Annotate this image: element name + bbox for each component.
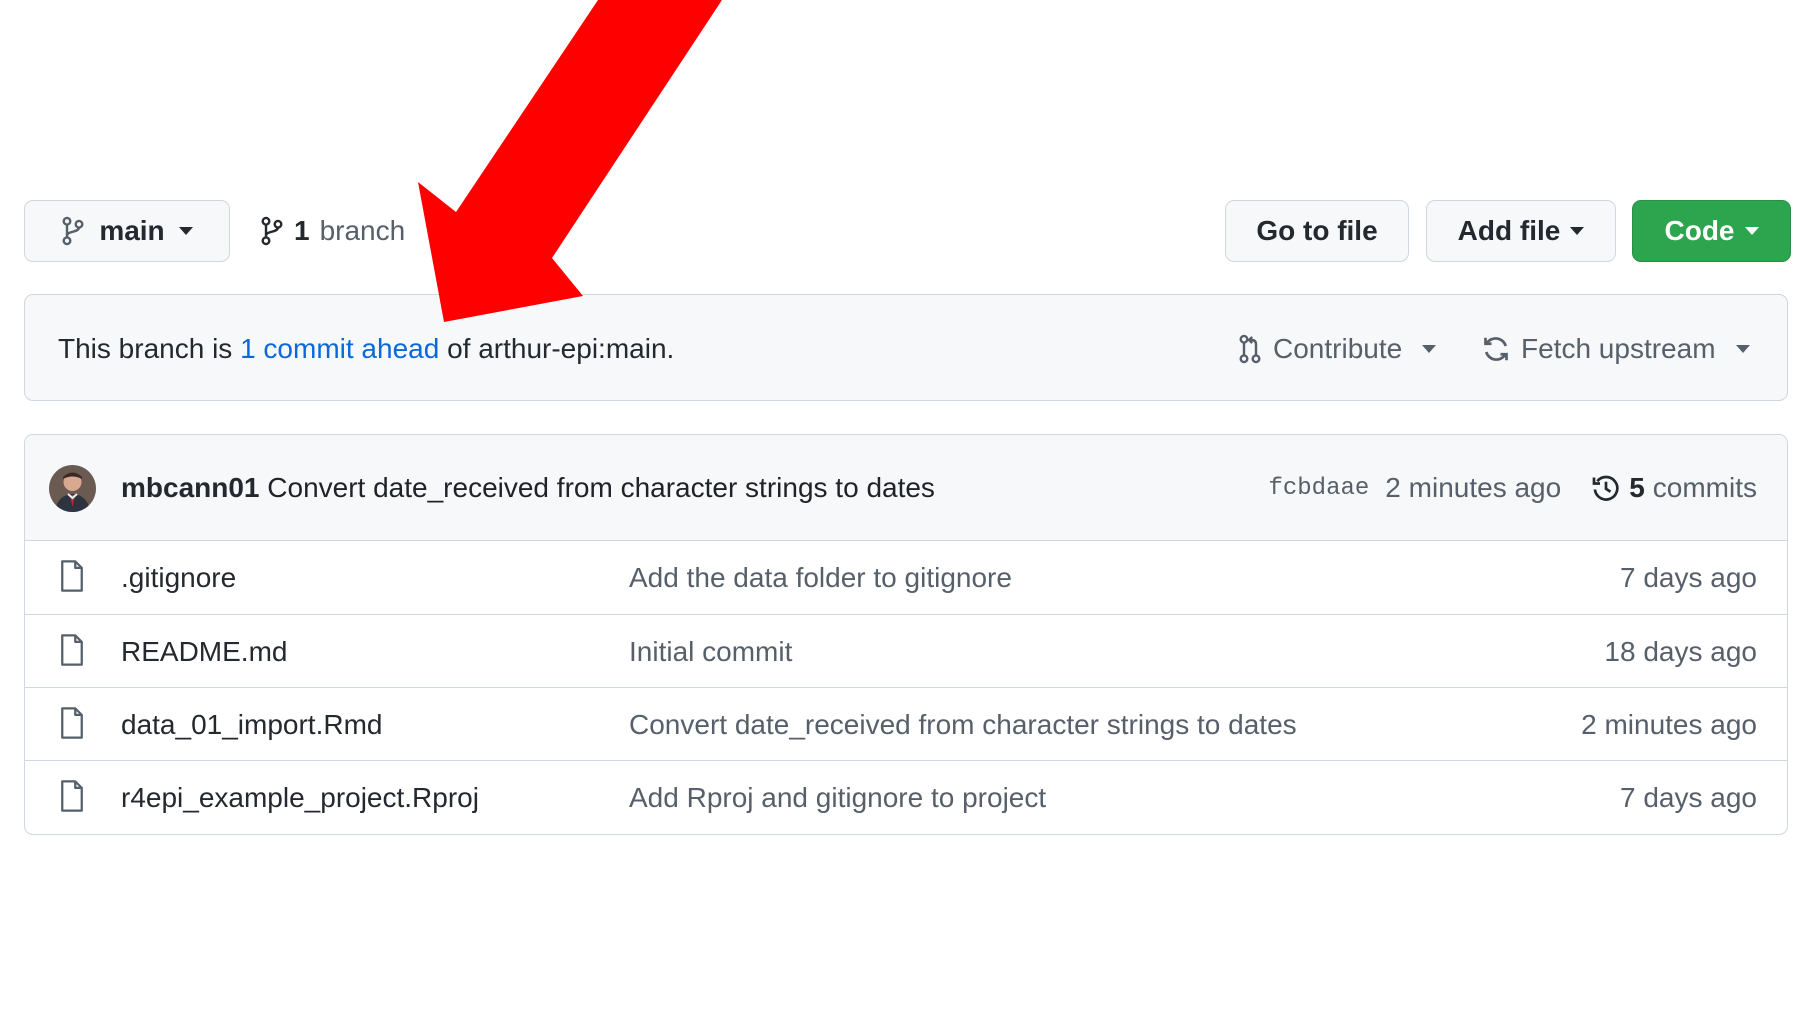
- file-row[interactable]: data_01_import.Rmd Convert date_received…: [25, 687, 1787, 760]
- file-icon: [61, 707, 83, 739]
- file-commit-link[interactable]: Initial commit: [629, 615, 792, 688]
- commit-author-link[interactable]: mbcann01: [121, 472, 260, 504]
- pull-request-icon: [1239, 334, 1261, 363]
- contribute-label: Contribute: [1273, 332, 1403, 364]
- latest-commit-header: mbcann01 Convert date_received from char…: [25, 435, 1787, 541]
- branches-link[interactable]: 1 branch: [260, 200, 405, 262]
- go-to-file-button[interactable]: Go to file: [1225, 200, 1409, 262]
- avatar-image: [49, 465, 96, 512]
- branch-status-suffix: of arthur-epi:main.: [439, 332, 675, 364]
- contribute-button[interactable]: Contribute: [1237, 295, 1437, 402]
- file-age: 18 days ago: [1604, 635, 1757, 667]
- file-commit-link[interactable]: Convert date_received from character str…: [629, 688, 1297, 761]
- commit-time: 2 minutes ago: [1385, 472, 1562, 503]
- chevron-down-icon: [178, 227, 193, 235]
- file-commit-link[interactable]: Add Rproj and gitignore to project: [629, 761, 1046, 834]
- file-row[interactable]: r4epi_example_project.Rproj Add Rproj an…: [25, 760, 1787, 833]
- chevron-down-icon: [1744, 227, 1759, 235]
- file-name-link[interactable]: data_01_import.Rmd: [121, 688, 382, 761]
- branch-count-label: branch: [319, 215, 406, 246]
- branch-status-prefix: This branch is: [58, 332, 241, 364]
- branch-count-number: 1: [294, 215, 310, 246]
- file-name-link[interactable]: .gitignore: [121, 541, 236, 614]
- commit-message-link[interactable]: Convert date_received from character str…: [267, 472, 935, 504]
- file-row[interactable]: README.md Initial commit 18 days ago: [25, 614, 1787, 687]
- latest-commit-message: mbcann01 Convert date_received from char…: [121, 435, 935, 541]
- git-branch-icon: [261, 216, 283, 246]
- chevron-down-icon: [1570, 227, 1585, 235]
- git-branch-icon: [62, 216, 84, 246]
- add-file-button[interactable]: Add file: [1426, 200, 1616, 262]
- sync-icon: [1484, 336, 1508, 361]
- chevron-down-icon: [1422, 344, 1437, 353]
- chevron-down-icon: [1735, 344, 1750, 353]
- latest-commit-meta: fcbdaae 2 minutes ago 5 commits: [1268, 435, 1757, 541]
- branch-selector-label: main: [99, 215, 165, 246]
- file-name-link[interactable]: README.md: [121, 615, 287, 688]
- file-row[interactable]: .gitignore Add the data folder to gitign…: [25, 541, 1787, 614]
- file-icon: [61, 560, 83, 592]
- commits-count: 5: [1629, 472, 1645, 503]
- file-browser: mbcann01 Convert date_received from char…: [24, 434, 1788, 835]
- commit-sha-link[interactable]: fcbdaae: [1268, 475, 1369, 502]
- file-age: 7 days ago: [1620, 561, 1757, 593]
- file-name-link[interactable]: r4epi_example_project.Rproj: [121, 761, 479, 834]
- commits-label: commits: [1652, 472, 1757, 503]
- add-file-label: Add file: [1457, 215, 1561, 246]
- file-icon: [61, 634, 83, 666]
- file-commit-link[interactable]: Add the data folder to gitignore: [629, 541, 1012, 614]
- annotation-arrow-shape: [418, 0, 722, 322]
- commits-ahead-link[interactable]: 1 commit ahead: [240, 333, 439, 365]
- code-label: Code: [1664, 215, 1735, 246]
- branch-selector-button[interactable]: main: [24, 200, 230, 262]
- code-button[interactable]: Code: [1632, 200, 1791, 262]
- fetch-upstream-label: Fetch upstream: [1521, 332, 1716, 364]
- branch-status-banner: This branch is 1 commit ahead of arthur-…: [24, 294, 1788, 401]
- avatar[interactable]: [49, 465, 96, 512]
- fetch-upstream-button[interactable]: Fetch upstream: [1481, 295, 1750, 402]
- commits-history-link[interactable]: 5 commits: [1591, 472, 1757, 504]
- branch-status-text: This branch is 1 commit ahead of arthur-…: [58, 295, 674, 402]
- file-age: 2 minutes ago: [1581, 708, 1757, 740]
- go-to-file-label: Go to file: [1256, 215, 1378, 246]
- file-icon: [61, 780, 83, 812]
- file-age: 7 days ago: [1620, 781, 1757, 813]
- history-icon: [1592, 475, 1619, 501]
